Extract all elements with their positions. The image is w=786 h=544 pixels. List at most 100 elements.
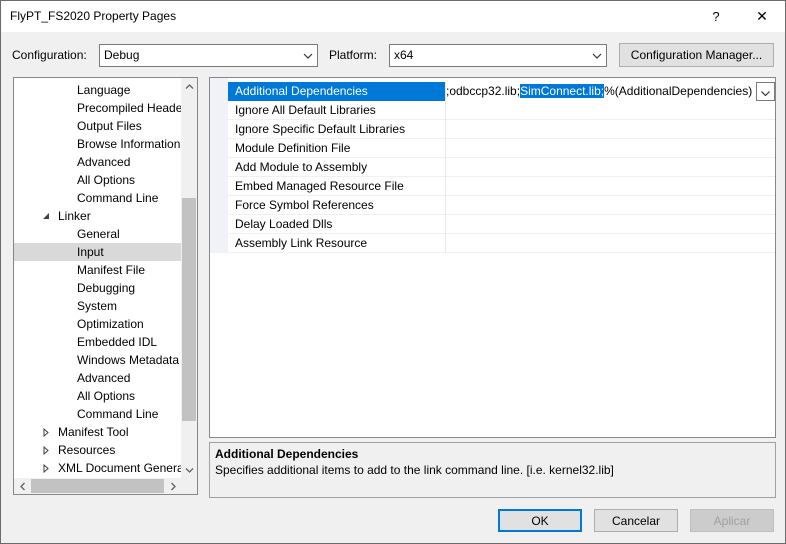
- tree-vertical-scrollbar[interactable]: [181, 78, 197, 478]
- tree-item-input[interactable]: Input: [14, 243, 181, 261]
- property-name: Ignore All Default Libraries: [228, 101, 446, 120]
- tree-item-precompiled-headers[interactable]: Precompiled Heade: [14, 99, 181, 117]
- tree-item-label: Command Line: [77, 191, 159, 205]
- property-name: Module Definition File: [228, 139, 446, 158]
- tree-item-label: Debugging: [77, 281, 136, 295]
- value-text-after: %(AdditionalDependencies): [604, 84, 753, 98]
- scroll-up-icon[interactable]: [181, 78, 197, 94]
- ok-button[interactable]: OK: [498, 509, 582, 532]
- tree-item-label: Precompiled Heade: [77, 101, 181, 115]
- tree-item-xml-document-generator[interactable]: XML Document Genera: [14, 459, 181, 477]
- configuration-value: Debug: [104, 48, 140, 62]
- tree-item-embedded-idl[interactable]: Embedded IDL: [14, 333, 181, 351]
- tree-item-label: Resources: [58, 443, 116, 457]
- tree-item-label: All Options: [77, 389, 136, 403]
- additional-dependencies-input[interactable]: ;odbccp32.lib;SimConnect.lib;%(Additiona…: [446, 82, 775, 101]
- property-grid: Additional Dependencies Ignore All Defau…: [209, 77, 776, 438]
- configuration-dropdown[interactable]: Debug: [99, 44, 318, 67]
- tree-item-command-line[interactable]: Command Line: [14, 189, 181, 207]
- tree-item-language[interactable]: Language: [14, 81, 181, 99]
- description-title: Additional Dependencies: [215, 447, 359, 461]
- chevron-down-icon: [761, 85, 770, 99]
- chevron-down-icon: [303, 45, 313, 66]
- scroll-thumb[interactable]: [182, 198, 196, 421]
- value-dropdown-button[interactable]: [756, 82, 775, 101]
- property-value[interactable]: [446, 196, 775, 215]
- property-row-force-symbol-references[interactable]: Force Symbol References: [228, 196, 775, 215]
- tree-item-label: General: [77, 227, 120, 241]
- tree-item-general[interactable]: General: [14, 225, 181, 243]
- property-name: Delay Loaded Dlls: [228, 215, 446, 234]
- tree-item-all-options[interactable]: All Options: [14, 387, 181, 405]
- window-title: FlyPT_FS2020 Property Pages: [10, 9, 177, 23]
- platform-value: x64: [394, 48, 414, 62]
- property-row-delay-loaded-dlls[interactable]: Delay Loaded Dlls: [228, 215, 775, 234]
- scrollbar-corner: [181, 478, 197, 494]
- expanded-arrow-icon[interactable]: [41, 207, 51, 225]
- property-value[interactable]: [446, 120, 775, 139]
- collapsed-arrow-icon[interactable]: [41, 441, 51, 459]
- tree-item-resources[interactable]: Resources: [14, 441, 181, 459]
- category-tree[interactable]: Language Precompiled Heade Output Files …: [13, 77, 198, 495]
- scroll-left-icon[interactable]: [14, 478, 30, 494]
- apply-button[interactable]: Aplicar: [690, 509, 774, 532]
- property-value[interactable]: [446, 101, 775, 120]
- tree-item-label: Advanced: [77, 155, 131, 169]
- tree-item-browse-information[interactable]: Browse Information: [14, 135, 181, 153]
- property-name: Additional Dependencies: [228, 82, 446, 101]
- tree-item-manifest-tool[interactable]: Manifest Tool: [14, 423, 181, 441]
- tree-item-label: Browse Information: [77, 137, 181, 151]
- property-value[interactable]: [446, 177, 775, 196]
- configuration-manager-button[interactable]: Configuration Manager...: [619, 43, 774, 67]
- property-name: Assembly Link Resource: [228, 234, 446, 253]
- tree-item-label: System: [77, 299, 118, 313]
- tree-item-label: Windows Metadata: [77, 353, 180, 367]
- property-value[interactable]: [446, 158, 775, 177]
- tree-item-system[interactable]: System: [14, 297, 181, 315]
- scroll-down-icon[interactable]: [181, 462, 197, 478]
- property-row-module-definition-file[interactable]: Module Definition File: [228, 139, 775, 158]
- tree-item-label: Language: [77, 83, 131, 97]
- help-button[interactable]: ?: [693, 1, 739, 32]
- property-value[interactable]: [446, 215, 775, 234]
- close-button[interactable]: ✕: [739, 1, 785, 32]
- collapsed-arrow-icon[interactable]: [41, 423, 51, 441]
- property-row-ignore-all-default-libraries[interactable]: Ignore All Default Libraries: [228, 101, 775, 120]
- value-text-before: ;odbccp32.lib;: [446, 84, 521, 98]
- tree-item-label: Advanced: [77, 371, 131, 385]
- tree-horizontal-scrollbar[interactable]: [14, 478, 181, 494]
- tree-item-label: Embedded IDL: [77, 335, 158, 349]
- tree-item-linker[interactable]: Linker: [14, 207, 181, 225]
- tree-item-command-line[interactable]: Command Line: [14, 405, 181, 423]
- property-row-add-module-to-assembly[interactable]: Add Module to Assembly: [228, 158, 775, 177]
- property-name: Embed Managed Resource File: [228, 177, 446, 196]
- help-icon: ?: [712, 9, 720, 24]
- cancel-button[interactable]: Cancelar: [594, 509, 678, 532]
- tree-item-label: Manifest Tool: [58, 425, 129, 439]
- tree-item-label: Command Line: [77, 407, 159, 421]
- scroll-right-icon[interactable]: [165, 478, 181, 494]
- tree-item-label: XML Document Genera: [58, 461, 181, 475]
- tree-item-label: Linker: [58, 209, 91, 223]
- scroll-thumb[interactable]: [31, 479, 164, 493]
- property-row-ignore-specific-default-libraries[interactable]: Ignore Specific Default Libraries: [228, 120, 775, 139]
- tree-item-manifest-file[interactable]: Manifest File: [14, 261, 181, 279]
- description-panel: Additional Dependencies Specifies additi…: [209, 442, 776, 498]
- platform-dropdown[interactable]: x64: [389, 44, 607, 67]
- tree-item-all-options[interactable]: All Options: [14, 171, 181, 189]
- property-value[interactable]: [446, 139, 775, 158]
- close-icon: ✕: [756, 8, 768, 24]
- tree-item-optimization[interactable]: Optimization: [14, 315, 181, 333]
- property-row-embed-managed-resource-file[interactable]: Embed Managed Resource File: [228, 177, 775, 196]
- tree-item-label: Optimization: [77, 317, 144, 331]
- property-value[interactable]: [446, 234, 775, 253]
- tree-item-windows-metadata[interactable]: Windows Metadata: [14, 351, 181, 369]
- tree-item-advanced[interactable]: Advanced: [14, 153, 181, 171]
- tree-item-advanced[interactable]: Advanced: [14, 369, 181, 387]
- collapsed-arrow-icon[interactable]: [41, 459, 51, 477]
- tree-item-label: Output Files: [77, 119, 142, 133]
- property-row-assembly-link-resource[interactable]: Assembly Link Resource: [228, 234, 775, 253]
- tree-item-debugging[interactable]: Debugging: [14, 279, 181, 297]
- grid-gutter: [210, 78, 228, 253]
- tree-item-output-files[interactable]: Output Files: [14, 117, 181, 135]
